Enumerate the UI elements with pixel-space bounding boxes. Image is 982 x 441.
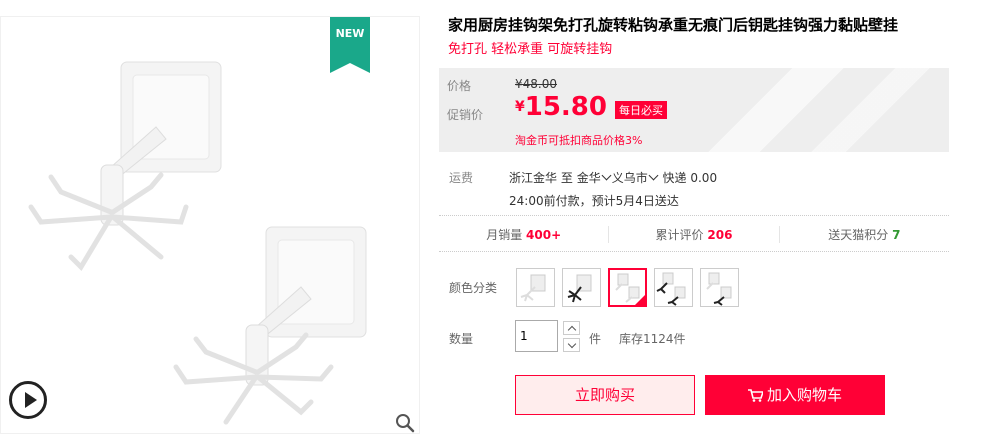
chevron-down-icon	[648, 170, 659, 181]
price-box: 价格 ¥48.00 促销价 ¥15.80 每日必买 淘金币可抵扣商品价格3%	[439, 68, 949, 152]
product-title: 家用厨房挂钩架免打孔旋转粘钩承重无痕门后钥匙挂钩强力黏贴壁挂	[448, 16, 899, 34]
buy-now-button[interactable]: 立即购买	[515, 375, 695, 415]
stock-count: 库存1124件	[619, 332, 686, 346]
quantity-increase-button[interactable]	[563, 321, 580, 335]
new-badge: NEW	[330, 17, 370, 73]
ship-to-city-select[interactable]: 金华	[576, 170, 612, 185]
monthly-sales-value: 400+	[526, 228, 562, 242]
shipping-info: 浙江金华 至 金华 义乌市 快递 0.00	[509, 169, 717, 186]
review-count-value: 206	[707, 228, 733, 242]
ship-to-word: 至	[560, 171, 573, 185]
promo-price-label: 促销价	[447, 108, 484, 122]
shipping-row: 运费 浙江金华 至 金华 义乌市 快递 0.00 24:00前付款，预计5月4日送…	[439, 152, 949, 216]
add-to-cart-label: 加入购物车	[766, 386, 842, 404]
coin-note: 淘金币可抵扣商品价格3%	[515, 134, 643, 147]
color-category-label: 颜色分类	[449, 281, 498, 295]
color-swatch-black[interactable]	[562, 268, 601, 307]
original-price: ¥48.00	[515, 77, 557, 91]
quantity-unit: 件	[589, 332, 602, 346]
promo-price: ¥15.80	[515, 92, 607, 122]
quantity-decrease-button[interactable]	[563, 338, 580, 352]
ship-to-district-select[interactable]: 义乌市	[611, 170, 659, 185]
color-swatch-white[interactable]	[516, 268, 555, 307]
stats-row: 月销量 400+ 累计评价 206 送天猫积分 7	[439, 218, 949, 252]
chevron-down-icon	[601, 170, 612, 181]
delivery-estimate: 24:00前付款，预计5月4日送达	[509, 194, 679, 208]
zoom-icon[interactable]	[395, 413, 415, 433]
tmall-points-value: 7	[892, 228, 901, 242]
promo-tag: 每日必买	[615, 101, 667, 119]
ship-to-district: 义乌市	[611, 171, 648, 185]
promo-price-value: 15.80	[524, 92, 607, 122]
play-video-icon[interactable]	[9, 381, 47, 419]
ship-method: 快递 0.00	[662, 171, 718, 185]
color-swatch-mixed-2pack[interactable]	[700, 268, 739, 307]
product-main-image	[28, 61, 367, 425]
color-swatch-list	[516, 268, 739, 307]
quantity-input[interactable]	[515, 320, 558, 352]
quantity-label: 数量	[449, 332, 474, 346]
ship-to-city: 金华	[576, 171, 601, 185]
color-swatch-black-2pack[interactable]	[654, 268, 693, 307]
price-label: 价格	[447, 79, 472, 93]
add-to-cart-button[interactable]: 加入购物车	[705, 375, 885, 415]
tmall-points-label: 送天猫积分	[828, 228, 889, 242]
review-count-label: 累计评价	[655, 228, 704, 242]
tmall-points: 送天猫积分 7	[780, 226, 949, 243]
product-image-gallery[interactable]: NEW	[0, 16, 420, 434]
cart-icon	[747, 389, 763, 402]
product-subtitle: 免打孔 轻松承重 可旋转挂钩	[448, 42, 613, 57]
currency-symbol: ¥	[515, 99, 525, 115]
shipping-label: 运费	[449, 171, 474, 185]
ship-from: 浙江金华	[509, 171, 558, 185]
color-swatch-white-2pack[interactable]	[608, 268, 647, 307]
monthly-sales-label: 月销量	[486, 228, 523, 242]
monthly-sales: 月销量 400+	[439, 226, 610, 243]
review-count[interactable]: 累计评价 206	[609, 226, 780, 243]
